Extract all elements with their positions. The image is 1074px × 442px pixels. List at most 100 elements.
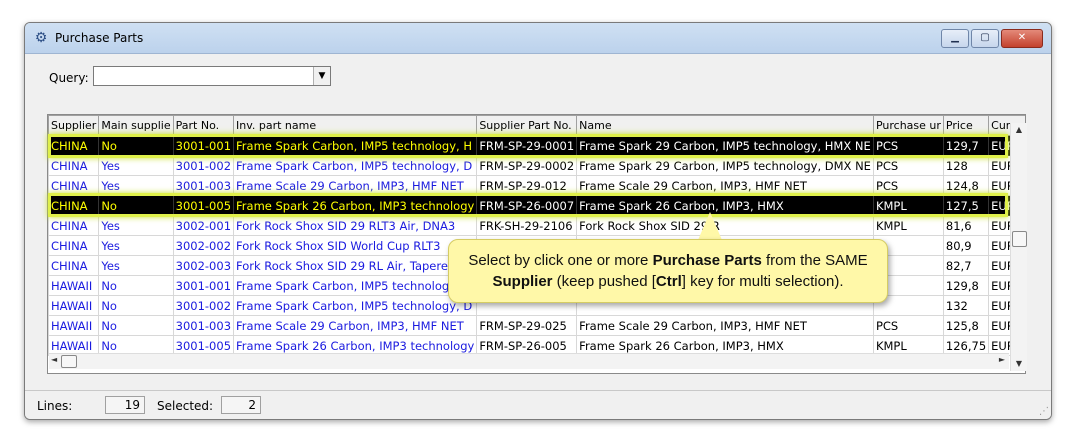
- table-cell[interactable]: FRK-SH-29-2106: [476, 215, 578, 236]
- table-cell[interactable]: No: [98, 195, 174, 216]
- column-header[interactable]: Name: [576, 115, 874, 136]
- table-cell[interactable]: 127,5: [942, 195, 990, 216]
- callout-bold: Ctrl: [655, 273, 682, 290]
- table-cell[interactable]: Yes: [98, 235, 174, 256]
- chevron-down-icon[interactable]: ▼: [313, 67, 330, 85]
- query-dropdown[interactable]: ▼: [93, 66, 331, 86]
- table-cell[interactable]: FRM-SP-26-0007: [476, 195, 578, 216]
- table-cell[interactable]: 82,7: [942, 255, 990, 276]
- table-cell[interactable]: 81,6: [942, 215, 990, 236]
- column-header[interactable]: Supplier Part No.: [476, 115, 578, 136]
- table-cell[interactable]: 128: [942, 155, 990, 176]
- table-cell[interactable]: 124,8: [942, 175, 990, 196]
- table-cell[interactable]: Fork Rock Shox SID 29 R: [576, 215, 874, 236]
- table-cell[interactable]: CHINA: [48, 175, 100, 196]
- table-cell[interactable]: Frame Scale 29 Carbon, IMP3, HMF NET: [233, 315, 478, 336]
- table-cell[interactable]: PCS: [872, 155, 944, 176]
- table-cell[interactable]: FRM-SP-29-0001: [476, 135, 578, 156]
- table-cell[interactable]: Frame Spark 26 Carbon, IMP3 technology: [233, 195, 478, 216]
- callout-bold: Supplier: [492, 273, 553, 290]
- table-cell[interactable]: PCS: [872, 135, 944, 156]
- table-cell[interactable]: Frame Spark 29 Carbon, IMP5 technology, …: [576, 155, 874, 176]
- table-cell[interactable]: Frame Scale 29 Carbon, IMP3, HMF NET: [576, 315, 874, 336]
- table-cell[interactable]: HAWAII: [48, 275, 100, 296]
- vertical-scrollbar[interactable]: ▲ ▼: [1010, 123, 1027, 371]
- table-cell[interactable]: CHINA: [48, 135, 100, 156]
- table-cell[interactable]: 129,7: [942, 135, 990, 156]
- table-cell[interactable]: Yes: [98, 255, 174, 276]
- scrollbar-thumb[interactable]: [61, 355, 77, 368]
- table-cell[interactable]: Frame Scale 29 Carbon, IMP3, HMF NET: [576, 175, 874, 196]
- table-row[interactable]: CHINA Yes 3001-003 Frame Scale 29 Carbon, I…: [48, 175, 1025, 196]
- table-cell[interactable]: CHINA: [48, 255, 100, 276]
- minimize-button[interactable]: ▁: [941, 29, 969, 48]
- table-cell[interactable]: PCS: [872, 175, 944, 196]
- table-cell[interactable]: Yes: [98, 155, 174, 176]
- scroll-right-icon[interactable]: ►: [999, 355, 1005, 364]
- table-cell[interactable]: CHINA: [48, 195, 100, 216]
- scroll-left-icon[interactable]: ◄: [51, 355, 57, 364]
- table-cell[interactable]: Yes: [98, 215, 174, 236]
- column-header[interactable]: Purchase ur: [872, 115, 944, 136]
- scroll-down-icon[interactable]: ▼: [1011, 357, 1027, 371]
- maximize-button[interactable]: ▢: [971, 29, 999, 48]
- table-cell[interactable]: Yes: [98, 175, 174, 196]
- table-cell[interactable]: HAWAII: [48, 315, 100, 336]
- horizontal-scrollbar[interactable]: ◄ ►: [49, 353, 1009, 369]
- table-row[interactable]: HAWAII No 3001-003 Frame Scale 29 Carbon, I…: [48, 315, 1025, 336]
- table-cell[interactable]: CHINA: [48, 235, 100, 256]
- table-cell[interactable]: Frame Spark Carbon, IMP5 technology, H: [233, 135, 478, 156]
- close-button[interactable]: ✕: [1001, 29, 1043, 48]
- scroll-up-icon[interactable]: ▲: [1011, 123, 1027, 137]
- table-cell[interactable]: 80,9: [942, 235, 990, 256]
- table-cell[interactable]: KMPL: [872, 215, 944, 236]
- table-cell[interactable]: Frame Spark 26 Carbon, IMP3, HMX: [576, 195, 874, 216]
- table-cell[interactable]: Frame Spark Carbon, IMP5 technology, D: [233, 295, 478, 316]
- selected-count: 2: [221, 396, 261, 414]
- table-cell[interactable]: 3002-003: [172, 255, 235, 276]
- table-cell[interactable]: 125,8: [942, 315, 990, 336]
- table-row[interactable]: CHINA No 3001-005 Frame Spark 26 Carbon, IM…: [48, 195, 1025, 216]
- table-cell[interactable]: 3002-002: [172, 235, 235, 256]
- column-header[interactable]: Part No.: [172, 115, 235, 136]
- table-cell[interactable]: Frame Spark Carbon, IMP5 technology,: [233, 275, 478, 296]
- table-cell[interactable]: 3001-005: [172, 195, 235, 216]
- table-row[interactable]: CHINA Yes 3002-001 Fork Rock Shox SID 29 RL…: [48, 215, 1025, 236]
- table-cell[interactable]: No: [98, 295, 174, 316]
- table-cell[interactable]: FRM-SP-29-012: [476, 175, 578, 196]
- table-cell[interactable]: 3001-001: [172, 135, 235, 156]
- table-cell[interactable]: HAWAII: [48, 295, 100, 316]
- table-cell[interactable]: No: [98, 315, 174, 336]
- table-cell[interactable]: Fork Rock Shox SID 29 RL Air, Tapere: [233, 255, 478, 276]
- table-cell[interactable]: CHINA: [48, 155, 100, 176]
- table-cell[interactable]: 3001-002: [172, 155, 235, 176]
- column-header[interactable]: Inv. part name: [233, 115, 478, 136]
- table-cell[interactable]: Fork Rock Shox SID World Cup RLT3: [233, 235, 478, 256]
- table-cell[interactable]: PCS: [872, 315, 944, 336]
- table-cell[interactable]: Fork Rock Shox SID 29 RLT3 Air, DNA3: [233, 215, 478, 236]
- table-cell[interactable]: No: [98, 135, 174, 156]
- table-cell[interactable]: FRM-SP-29-025: [476, 315, 578, 336]
- table-row[interactable]: CHINA No 3001-001 Frame Spark Carbon, IMP5 …: [48, 135, 1025, 156]
- table-cell[interactable]: CHINA: [48, 215, 100, 236]
- table-cell[interactable]: KMPL: [872, 195, 944, 216]
- table-cell[interactable]: 132: [942, 295, 990, 316]
- resize-grip-icon[interactable]: ⋰: [1039, 406, 1049, 417]
- scrollbar-thumb[interactable]: [1012, 231, 1027, 247]
- table-cell[interactable]: 3001-001: [172, 275, 235, 296]
- table-cell[interactable]: FRM-SP-29-0002: [476, 155, 578, 176]
- table-cell[interactable]: 3002-001: [172, 215, 235, 236]
- table-cell[interactable]: 3001-003: [172, 315, 235, 336]
- column-header[interactable]: Supplier: [48, 115, 100, 136]
- table-row[interactable]: CHINA Yes 3001-002 Frame Spark Carbon, IMP5…: [48, 155, 1025, 176]
- table-cell[interactable]: 3001-002: [172, 295, 235, 316]
- table-cell[interactable]: 129,8: [942, 275, 990, 296]
- table-cell[interactable]: Frame Spark Carbon, IMP5 technology, D: [233, 155, 478, 176]
- parts-table: Supplier Main supplie Part No. Inv. part na…: [48, 115, 1025, 356]
- table-cell[interactable]: No: [98, 275, 174, 296]
- table-cell[interactable]: 3001-003: [172, 175, 235, 196]
- column-header[interactable]: Main supplie: [98, 115, 174, 136]
- column-header[interactable]: Price: [942, 115, 990, 136]
- table-cell[interactable]: Frame Spark 29 Carbon, IMP5 technology, …: [576, 135, 874, 156]
- table-cell[interactable]: Frame Scale 29 Carbon, IMP3, HMF NET: [233, 175, 478, 196]
